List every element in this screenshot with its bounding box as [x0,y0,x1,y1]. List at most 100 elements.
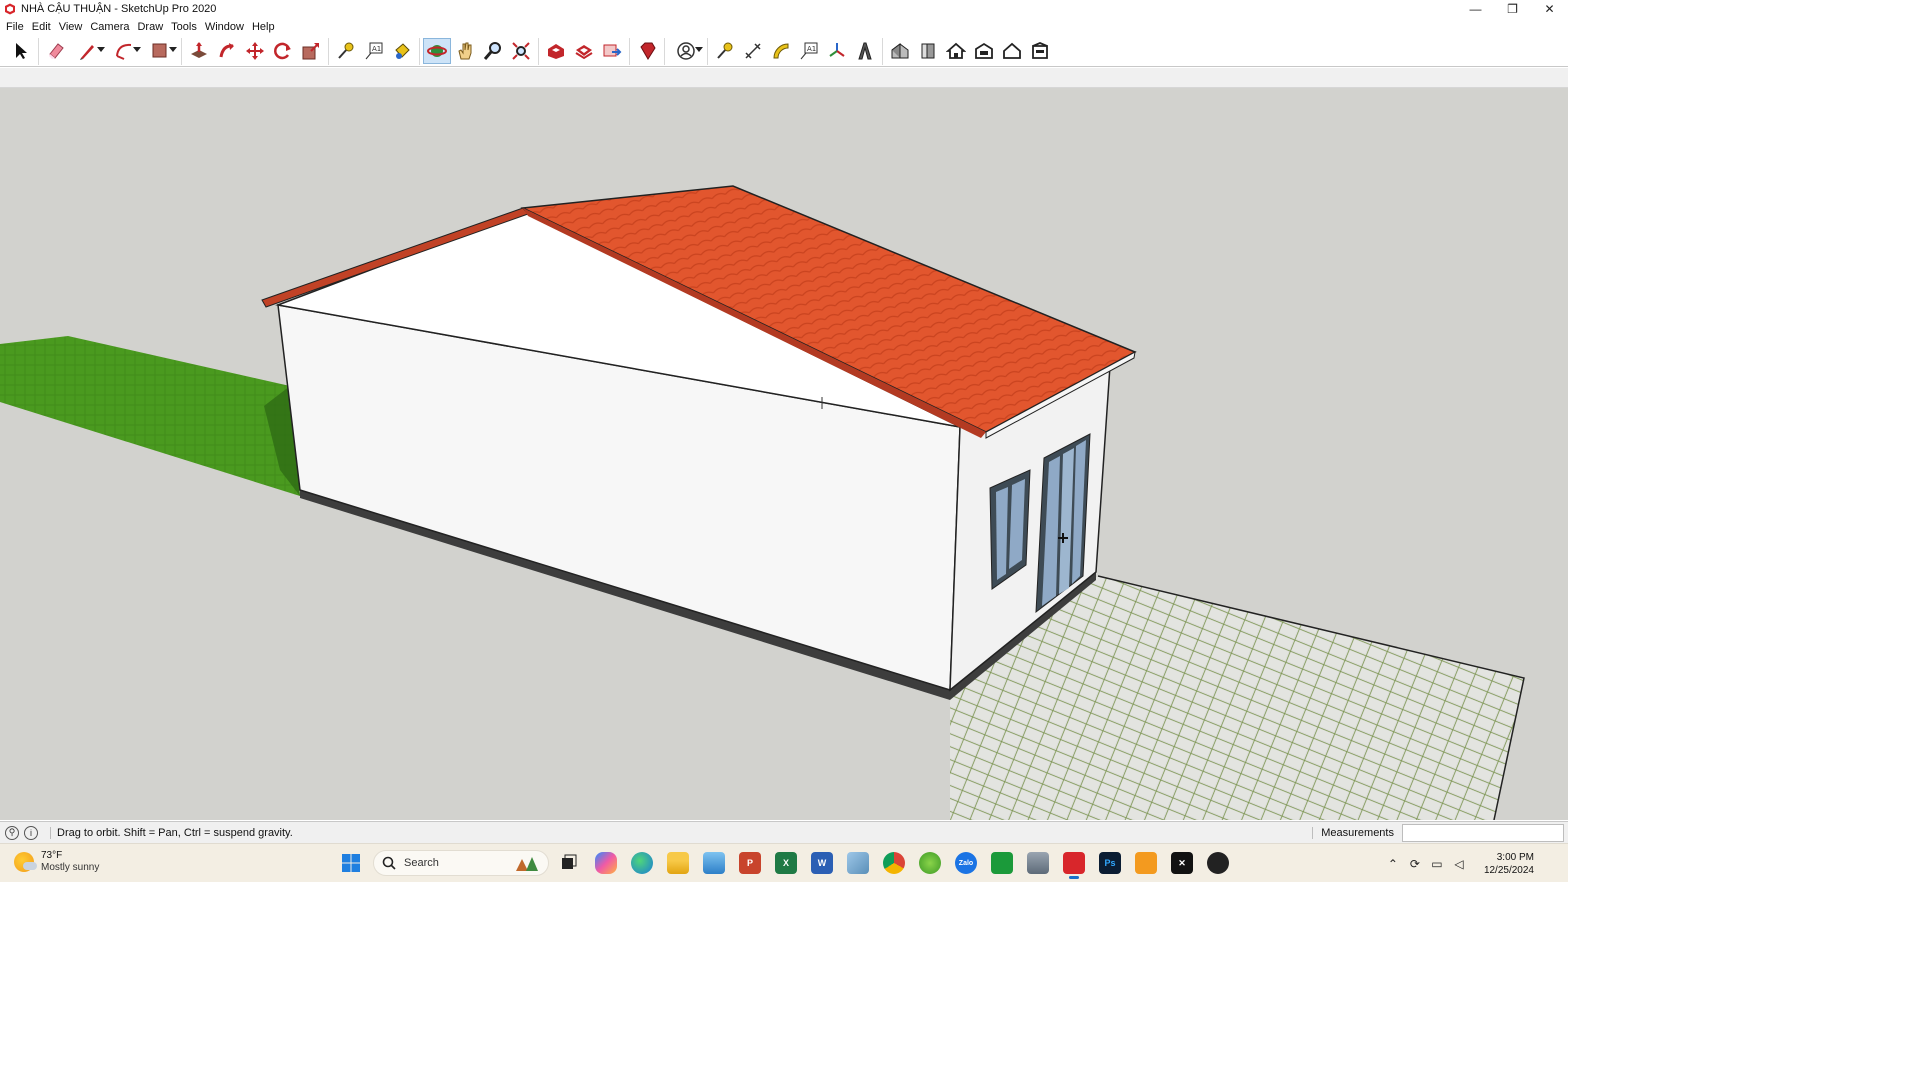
obs-icon[interactable] [1207,852,1229,874]
green-app-icon[interactable] [919,852,941,874]
extension-warehouse-tool[interactable] [570,38,598,64]
pan-hand-icon [458,42,472,60]
menu-help[interactable]: Help [248,18,279,36]
copilot-icon[interactable] [595,852,617,874]
camera-app-icon[interactable] [1027,852,1049,874]
word-icon[interactable]: W [811,852,833,874]
house-side-icon [921,43,935,59]
layout-send-tool[interactable] [598,38,626,64]
measurements-input[interactable] [1402,824,1564,842]
zalo-icon[interactable]: Zalo [955,852,977,874]
warehouse-tool[interactable] [542,38,570,64]
menu-file[interactable]: File [2,18,28,36]
network-icon[interactable]: ▭ [1426,853,1448,875]
menu-camera[interactable]: Camera [86,18,133,36]
restore-button[interactable]: ❐ [1494,0,1531,18]
top-view[interactable] [942,38,970,64]
active-app-indicator [1069,876,1079,879]
photos-app-icon[interactable] [703,852,725,874]
powerpoint-icon[interactable]: P [739,852,761,874]
model-viewport[interactable] [0,88,1568,820]
minimize-button[interactable]: — [1457,0,1494,18]
pan-tool[interactable] [451,38,479,64]
chrome-browser-icon[interactable] [883,852,905,874]
measurements-box: Measurements [1312,824,1564,842]
left-view[interactable] [1026,38,1054,64]
clock-time: 3:00 PM [1496,851,1534,863]
menu-tools[interactable]: Tools [167,18,201,36]
photoshop-icon[interactable]: Ps [1099,852,1121,874]
task-view-icon[interactable] [558,852,580,874]
pencil-line-tool[interactable] [70,38,106,64]
toolbar-group-views [883,38,1057,65]
chevron-up-icon[interactable]: ⌃ [1382,853,1404,875]
right-view[interactable] [998,38,1026,64]
front-view[interactable] [914,38,942,64]
tape-measure-tool[interactable] [332,38,360,64]
text-2-tool[interactable]: A1 [795,38,823,64]
weather-widget[interactable]: 73°F Mostly sunny [14,850,99,874]
extension-warehouse-icon [575,45,593,60]
toolbar-group-modify [182,37,329,65]
toolbar-group-draw [39,37,182,65]
protractor-tool[interactable] [767,38,795,64]
menu-window[interactable]: Window [201,18,248,36]
chevron-down-icon [133,47,141,52]
capcut-icon[interactable]: ✕ [1171,852,1193,874]
house-back-icon [975,42,993,59]
arc-tool[interactable] [106,38,142,64]
file-explorer-icon[interactable] [667,852,689,874]
scale-tool[interactable] [297,38,325,64]
ruby-console-tool[interactable] [633,38,661,64]
info-icon[interactable]: i [24,825,38,840]
chevron-down-icon [695,47,703,52]
push-pull-tool[interactable] [185,38,213,64]
orbit-tool[interactable] [423,38,451,64]
dimension-tool[interactable] [739,38,767,64]
text-tool[interactable]: A1 [360,38,388,64]
follow-me-icon [219,43,234,58]
axes-icon [829,43,845,57]
windows-logo-icon [342,854,360,872]
toolbar-group-warehouse [539,37,630,65]
volume-icon[interactable]: ◁ [1448,853,1470,875]
move-tool[interactable] [241,38,269,64]
user-account-tool[interactable] [668,38,704,64]
ruby-gem-icon [640,42,656,60]
paint-bucket-tool[interactable] [388,38,416,64]
search-highlight-icon [516,857,538,871]
toolbar-group-camera [420,37,539,65]
zoom-tool[interactable] [479,38,507,64]
zoom-extents-tool[interactable] [507,38,535,64]
excel-icon[interactable]: X [775,852,797,874]
rectangle-tool[interactable] [142,38,178,64]
clock-date: 12/25/2024 [1483,864,1534,876]
sketchup-taskbar-icon[interactable] [1063,852,1085,874]
close-button[interactable]: ✕ [1531,0,1568,18]
back-view[interactable] [970,38,998,64]
warehouse-icon [548,44,564,59]
tape-measure-2-tool[interactable] [711,38,739,64]
menu-draw[interactable]: Draw [133,18,167,36]
iso-view[interactable] [886,38,914,64]
menu-view[interactable]: View [55,18,87,36]
start-button[interactable] [340,852,362,874]
rotate-tool[interactable] [269,38,297,64]
select-tool[interactable] [7,38,35,64]
menu-edit[interactable]: Edit [28,18,55,36]
toolbar-group-select [4,37,39,65]
edge-browser-icon[interactable] [631,852,653,874]
pencil-icon [80,45,94,60]
follow-me-tool[interactable] [213,38,241,64]
sticky-app-icon[interactable] [1135,852,1157,874]
house-model [0,185,1525,820]
sync-icon[interactable]: ⟳ [1404,853,1426,875]
taskbar-search[interactable]: Search [373,850,549,876]
axes-tool[interactable] [823,38,851,64]
3d-text-tool[interactable] [851,38,879,64]
notes-app-icon[interactable] [847,852,869,874]
camtasia-icon[interactable] [991,852,1013,874]
eraser-tool[interactable] [42,38,70,64]
geo-location-icon[interactable]: ⚲ [5,825,19,840]
clock[interactable]: 3:00 PM 12/25/2024 [1484,851,1534,877]
